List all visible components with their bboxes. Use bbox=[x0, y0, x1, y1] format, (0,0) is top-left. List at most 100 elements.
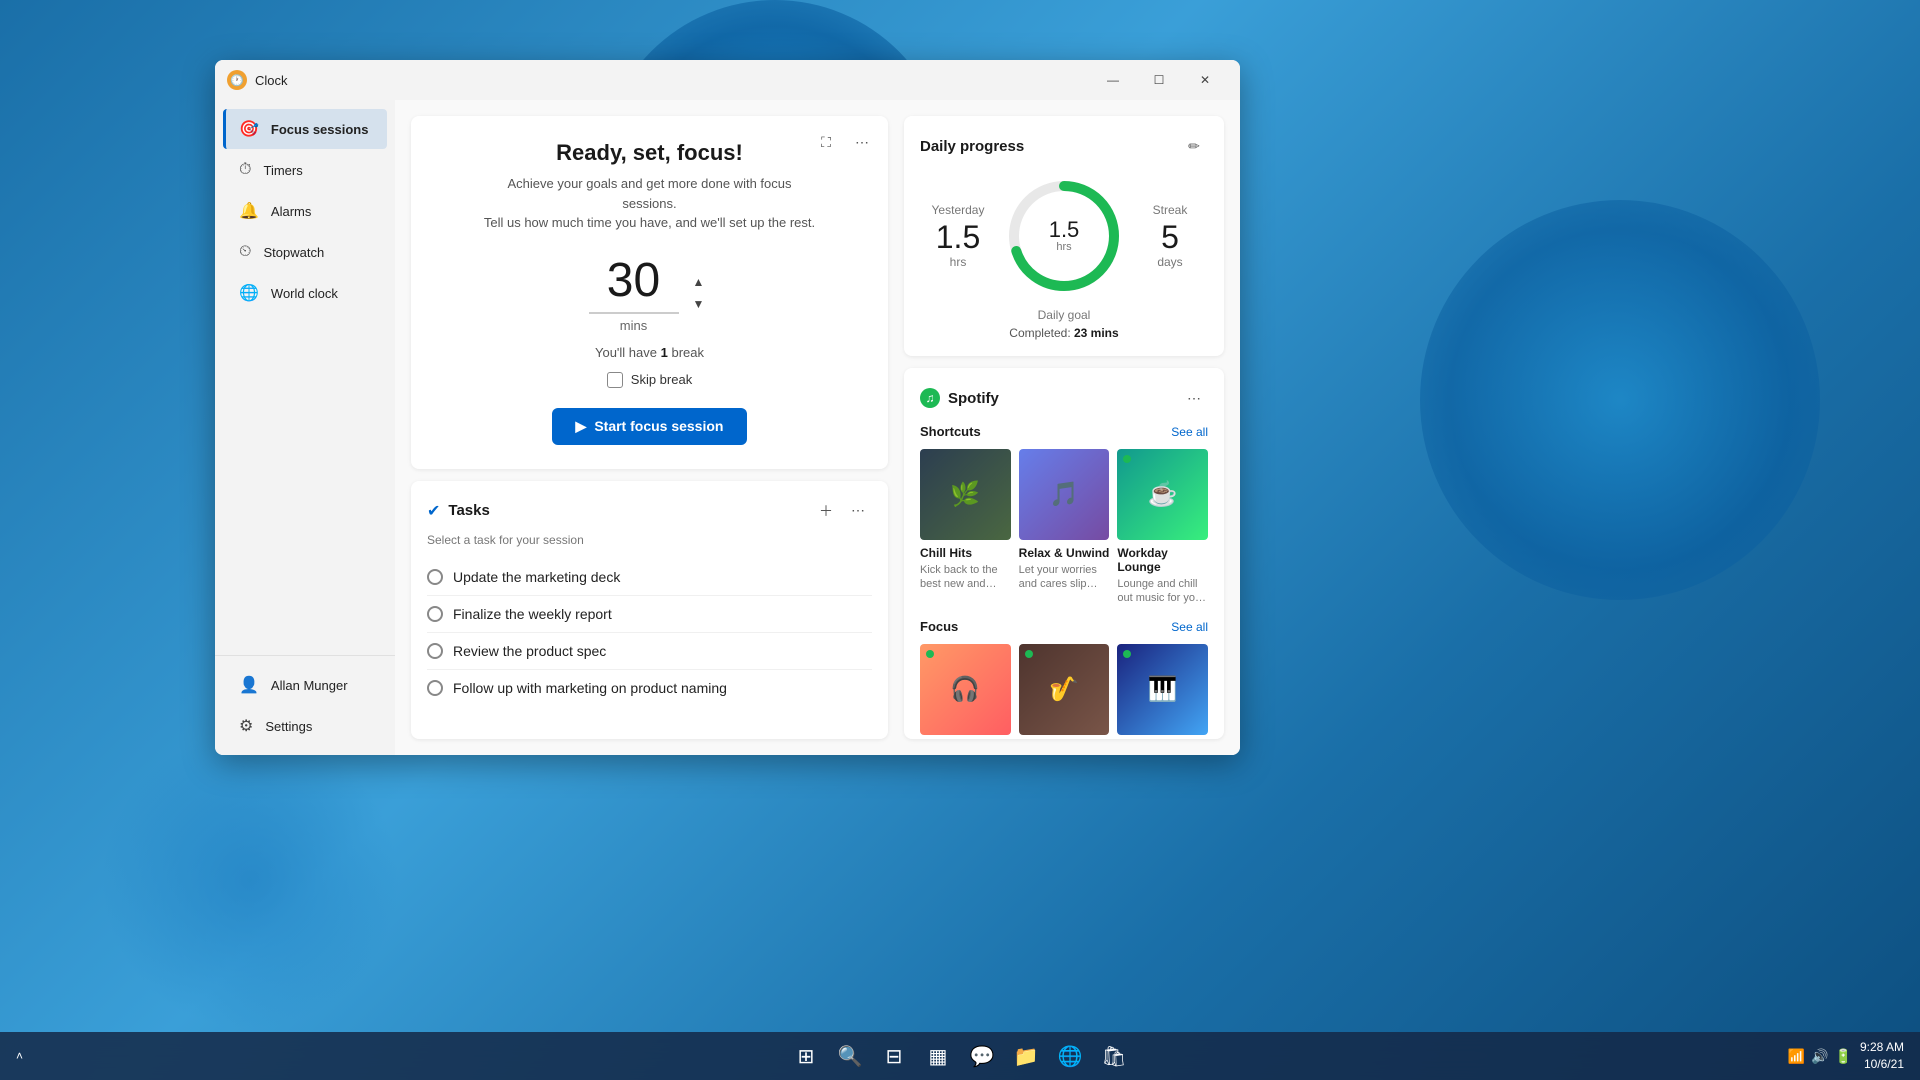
focus-see-all[interactable]: See all bbox=[1171, 620, 1208, 634]
time-value: 30 bbox=[589, 253, 679, 314]
tasks-actions: ＋ ⋯ bbox=[812, 497, 872, 525]
spotify-more-button[interactable]: ⋯ bbox=[1180, 384, 1208, 412]
workday-thumb: ☕ bbox=[1117, 449, 1208, 540]
time-unit: mins bbox=[589, 318, 679, 333]
goal-unit: hrs bbox=[1049, 241, 1080, 253]
user-label: Allan Munger bbox=[271, 678, 348, 693]
yesterday-value: 1.5 bbox=[920, 221, 996, 253]
spotify-header: ♫ Spotify ⋯ bbox=[920, 384, 1208, 412]
settings-icon: ⚙ bbox=[239, 716, 253, 736]
fullscreen-icon[interactable]: ⛶ bbox=[812, 128, 840, 156]
task-radio-4[interactable] bbox=[427, 680, 443, 696]
taskbar-date: 10/6/21 bbox=[1860, 1056, 1904, 1073]
task-radio-3[interactable] bbox=[427, 643, 443, 659]
add-task-button[interactable]: ＋ bbox=[812, 497, 840, 525]
chat-button[interactable]: 💬 bbox=[962, 1036, 1002, 1076]
volume-icon[interactable]: 🔊 bbox=[1811, 1048, 1828, 1065]
focus-subtitle: Achieve your goals and get more done wit… bbox=[480, 174, 820, 233]
task-item-1[interactable]: Update the marketing deck bbox=[427, 559, 872, 596]
time-selector: 30 mins ▲ ▼ bbox=[435, 253, 864, 333]
shortcuts-grid: 🌿 Chill Hits Kick back to the best new a… bbox=[920, 449, 1208, 605]
focus-card: ⛶ ⋯ Ready, set, focus! Achieve your goal… bbox=[411, 116, 888, 469]
chill-hits-thumb: 🌿 bbox=[920, 449, 1011, 540]
relax-name: Relax & Unwind bbox=[1019, 546, 1110, 560]
spotify-title: Spotify bbox=[948, 390, 1180, 407]
tasks-card: ✔ Tasks ＋ ⋯ Select a task for your sessi… bbox=[411, 481, 888, 740]
sidebar-item-focus-sessions[interactable]: 🎯 Focus sessions bbox=[223, 109, 387, 149]
edge-button[interactable]: 🌐 bbox=[1050, 1036, 1090, 1076]
time-decrement-button[interactable]: ▼ bbox=[687, 294, 711, 314]
playlist-chill-hits[interactable]: 🌿 Chill Hits Kick back to the best new a… bbox=[920, 449, 1011, 605]
battery-icon[interactable]: 🔋 bbox=[1835, 1048, 1852, 1065]
mellow-thumb: 🎧 bbox=[920, 644, 1011, 735]
sidebar-item-stopwatch[interactable]: ⏲ Stopwatch bbox=[223, 233, 387, 271]
task-view-button[interactable]: ⊟ bbox=[874, 1036, 914, 1076]
playlist-instrumental-study[interactable]: 🎹 Instrumental Study A soft musical back… bbox=[1117, 644, 1208, 739]
window-body: 🎯 Focus sessions ⏱ Timers 🔔 Alarms ⏲ Sto… bbox=[215, 100, 1240, 755]
task-radio-1[interactable] bbox=[427, 569, 443, 585]
skip-break: Skip break bbox=[435, 372, 864, 388]
yesterday-stat: Yesterday 1.5 hrs bbox=[920, 203, 996, 269]
task-item-2[interactable]: Finalize the weekly report bbox=[427, 596, 872, 633]
left-panel: ⛶ ⋯ Ready, set, focus! Achieve your goal… bbox=[411, 116, 888, 739]
taskbar-chevron[interactable]: ˄ bbox=[16, 1049, 23, 1063]
task-radio-2[interactable] bbox=[427, 606, 443, 622]
start-focus-session-button[interactable]: ▶ Start focus session bbox=[552, 408, 748, 445]
clock-display[interactable]: 9:28 AM 10/6/21 bbox=[1860, 1039, 1904, 1073]
playlist-soul-coffee[interactable]: 🎷 Soul Coffee The tunes to ease you into… bbox=[1019, 644, 1110, 739]
tasks-check-icon: ✔ bbox=[427, 501, 440, 521]
settings-label: Settings bbox=[265, 719, 312, 734]
progress-header: Daily progress ✏ bbox=[920, 132, 1208, 160]
playlist-workday-lounge[interactable]: ☕ Workday Lounge Lounge and chill out mu… bbox=[1117, 449, 1208, 605]
playlist-relax-unwind[interactable]: 🎵 Relax & Unwind Let your worries and ca… bbox=[1019, 449, 1110, 605]
tasks-subtitle: Select a task for your session bbox=[427, 533, 872, 547]
tasks-more-button[interactable]: ⋯ bbox=[844, 497, 872, 525]
goal-label: Daily goal bbox=[920, 308, 1208, 322]
relax-thumb: 🎵 bbox=[1019, 449, 1110, 540]
skip-break-label: Skip break bbox=[631, 372, 692, 387]
skip-break-checkbox[interactable] bbox=[607, 372, 623, 388]
progress-card: Daily progress ✏ Yesterday 1.5 hrs bbox=[904, 116, 1224, 356]
taskbar-time: 9:28 AM bbox=[1860, 1039, 1904, 1056]
store-button[interactable]: 🛍 bbox=[1094, 1036, 1134, 1076]
maximize-button[interactable]: ☐ bbox=[1136, 64, 1182, 96]
task-item-4[interactable]: Follow up with marketing on product nami… bbox=[427, 670, 872, 706]
focus-header: Focus See all bbox=[920, 619, 1208, 634]
playlist-mellow-beats[interactable]: 🎧 Mellow Beats Stay relaxed with these l… bbox=[920, 644, 1011, 739]
sidebar-item-settings[interactable]: ⚙ Settings bbox=[223, 706, 387, 746]
search-button[interactable]: 🔍 bbox=[830, 1036, 870, 1076]
sidebar-item-user[interactable]: 👤 Allan Munger bbox=[223, 665, 387, 705]
workday-desc: Lounge and chill out music for your wor.… bbox=[1117, 577, 1208, 606]
sidebar-item-alarms[interactable]: 🔔 Alarms bbox=[223, 191, 387, 231]
close-button[interactable]: ✕ bbox=[1182, 64, 1228, 96]
sys-icons: 📶 🔊 🔋 bbox=[1788, 1048, 1852, 1065]
file-explorer-button[interactable]: 📁 bbox=[1006, 1036, 1046, 1076]
task-item-3[interactable]: Review the product spec bbox=[427, 633, 872, 670]
sidebar-item-label: World clock bbox=[271, 286, 338, 301]
edit-progress-button[interactable]: ✏ bbox=[1180, 132, 1208, 160]
spotify-card: ♫ Spotify ⋯ Shortcuts See all 🌿 bbox=[904, 368, 1224, 739]
time-increment-button[interactable]: ▲ bbox=[687, 272, 711, 292]
task-label-1: Update the marketing deck bbox=[453, 569, 620, 585]
progress-title: Daily progress bbox=[920, 138, 1180, 155]
start-btn-label: Start focus session bbox=[594, 418, 723, 434]
goal-donut: 1.5 hrs bbox=[1004, 176, 1124, 296]
main-content: ⛶ ⋯ Ready, set, focus! Achieve your goal… bbox=[395, 100, 1240, 755]
titlebar-controls: — ☐ ✕ bbox=[1090, 64, 1228, 96]
sidebar-bottom: 👤 Allan Munger ⚙ Settings bbox=[215, 655, 395, 747]
widgets-button[interactable]: ▦ bbox=[918, 1036, 958, 1076]
start-button[interactable]: ⊞ bbox=[786, 1036, 826, 1076]
minimize-button[interactable]: — bbox=[1090, 64, 1136, 96]
taskbar-left: ˄ bbox=[16, 1049, 23, 1063]
alarms-icon: 🔔 bbox=[239, 201, 259, 221]
sidebar-item-timers[interactable]: ⏱ Timers bbox=[223, 151, 387, 189]
sidebar: 🎯 Focus sessions ⏱ Timers 🔔 Alarms ⏲ Sto… bbox=[215, 100, 395, 755]
sidebar-item-label: Timers bbox=[263, 163, 302, 178]
spotify-logo: ♫ bbox=[920, 388, 940, 408]
tasks-title: Tasks bbox=[448, 502, 804, 519]
donut-center: 1.5 hrs bbox=[1049, 219, 1080, 253]
more-options-icon[interactable]: ⋯ bbox=[848, 128, 876, 156]
network-icon[interactable]: 📶 bbox=[1788, 1048, 1805, 1065]
sidebar-item-world-clock[interactable]: 🌐 World clock bbox=[223, 273, 387, 313]
shortcuts-see-all[interactable]: See all bbox=[1171, 425, 1208, 439]
